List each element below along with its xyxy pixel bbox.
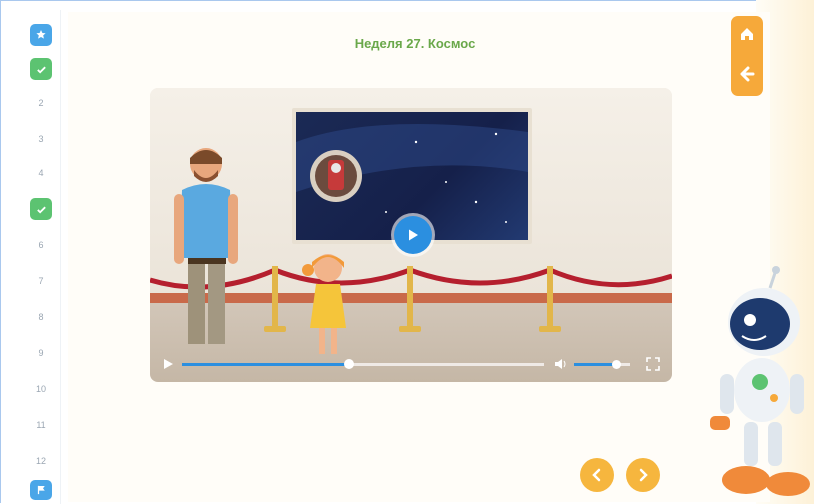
volume-handle[interactable] [612,360,621,369]
robot-mascot [710,266,810,496]
sidebar-item-1[interactable] [30,58,52,80]
sidebar-item-label: 4 [38,168,44,178]
check-icon [36,66,46,74]
arrow-left-icon [740,66,755,82]
sidebar-item-label: 10 [35,384,46,394]
sidebar-item-label: 11 [36,420,46,430]
page-title: Неделя 27. Космос [354,36,476,51]
prev-button[interactable] [580,458,614,492]
girl-character [302,254,346,354]
sidebar-item-3[interactable]: 3 [30,128,52,150]
video-controls [150,346,672,382]
sidebar-item-label: 12 [35,456,46,466]
sidebar-item-9[interactable]: 9 [30,342,52,364]
sidebar-item-label: 3 [38,134,44,144]
volume-icon[interactable] [554,357,568,371]
star-icon [36,30,46,39]
sidebar-item-intro[interactable] [30,24,52,46]
volume-fill [574,363,616,366]
play-icon [409,229,418,241]
video-player[interactable] [150,88,672,382]
sidebar-item-4[interactable]: 4 [30,162,52,184]
sidebar-item-label: 7 [38,276,44,286]
home-icon [741,28,753,40]
progress-track[interactable] [182,359,544,369]
fullscreen-icon[interactable] [646,357,660,371]
top-right-toolbar [731,16,763,96]
sidebar-item-6[interactable]: 6 [30,234,52,256]
check-icon [36,206,46,214]
home-button[interactable] [737,24,757,44]
back-button[interactable] [737,64,757,84]
sidebar-item-label: 6 [38,240,44,250]
next-button[interactable] [626,458,660,492]
sidebar-item-label: 2 [38,98,44,108]
sidebar-item-label: 8 [38,312,44,322]
progress-fill [182,363,349,366]
sidebar-item-10[interactable]: 10 [30,378,52,400]
lesson-sidebar: 2 3 4 6 7 8 9 10 11 12 [22,10,61,504]
sidebar-item-8[interactable]: 8 [30,306,52,328]
sidebar-item-11[interactable]: 11 [30,414,52,436]
sidebar-item-final[interactable] [30,480,52,500]
flag-icon [37,485,45,495]
sidebar-item-12[interactable]: 12 [30,450,52,472]
sidebar-item-2[interactable]: 2 [30,92,52,114]
chevron-right-icon [639,468,648,482]
chevron-left-icon [592,468,601,482]
big-play-button[interactable] [394,216,432,254]
sidebar-item-7[interactable]: 7 [30,270,52,292]
man-character [174,148,238,344]
sidebar-item-label: 9 [38,348,44,358]
progress-handle[interactable] [343,359,354,369]
volume-track[interactable] [574,360,630,369]
play-icon[interactable] [162,358,174,370]
sidebar-item-5[interactable] [30,198,52,220]
